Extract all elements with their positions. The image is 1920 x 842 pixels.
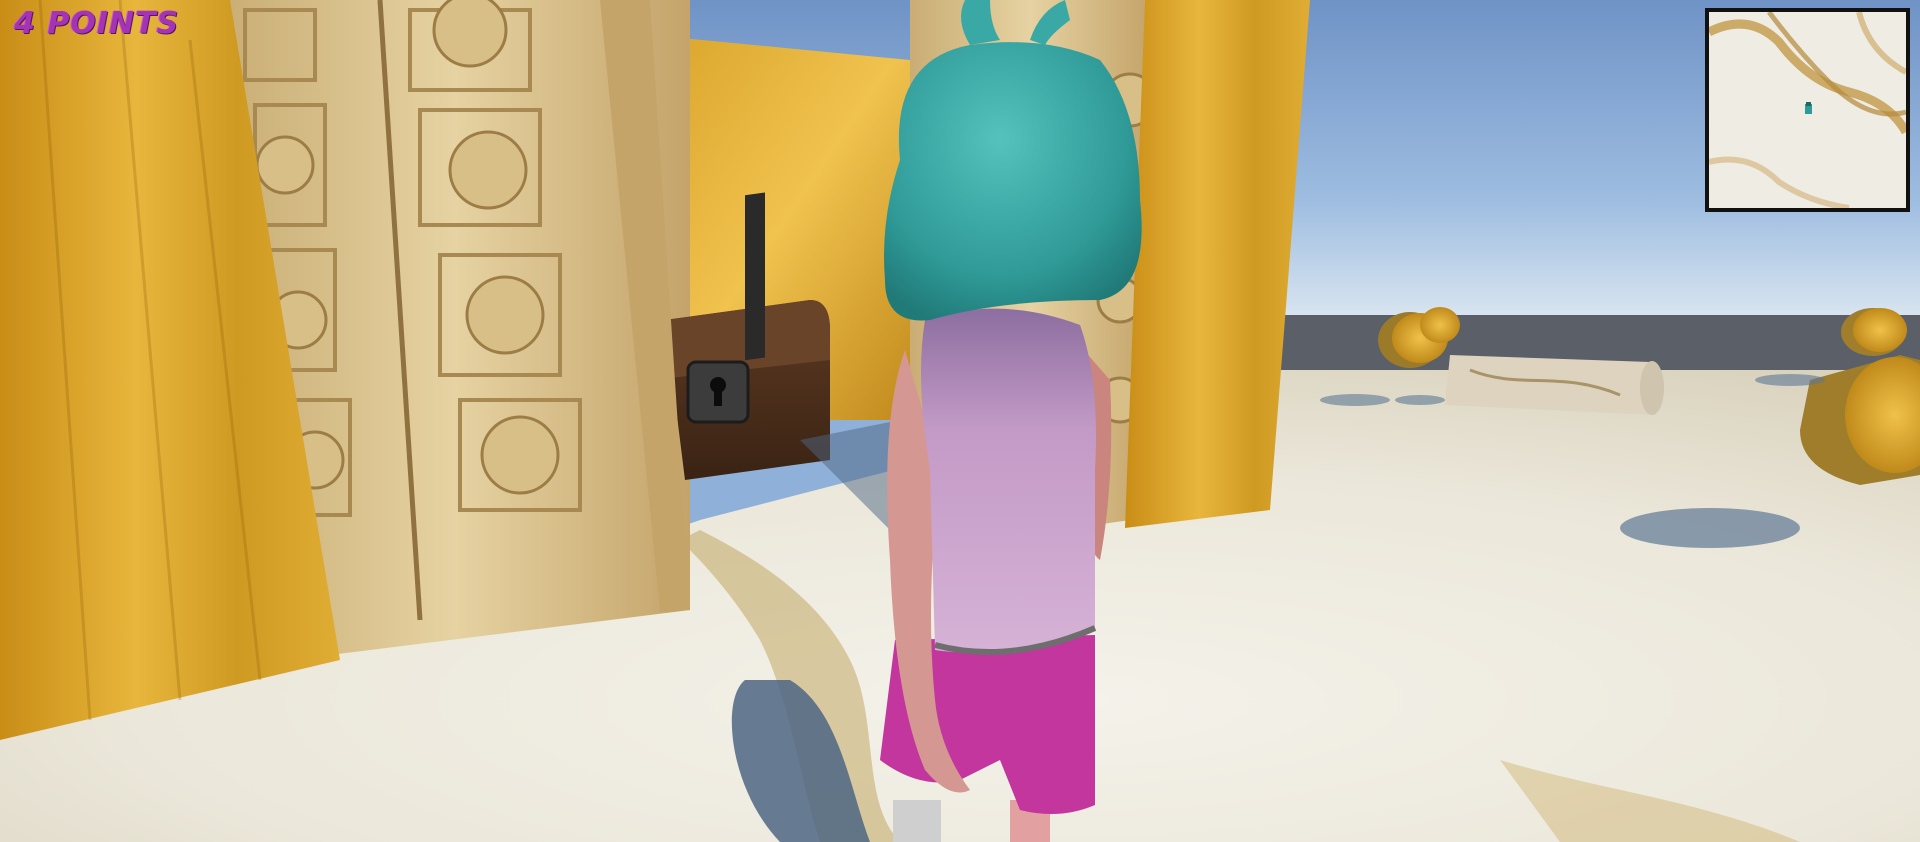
- game-viewport[interactable]: 4 POINTS: [0, 0, 1920, 842]
- minimap-render: [1709, 12, 1906, 208]
- minimap: [1705, 8, 1910, 212]
- character-hair: [884, 42, 1142, 321]
- player-marker-icon: [1805, 102, 1812, 114]
- scene-render: [0, 0, 1920, 842]
- marble-cylinder: [1445, 355, 1664, 415]
- score-counter: 4 POINTS: [14, 6, 180, 41]
- character-shirt: [921, 308, 1096, 653]
- log-shadow: [1620, 508, 1800, 548]
